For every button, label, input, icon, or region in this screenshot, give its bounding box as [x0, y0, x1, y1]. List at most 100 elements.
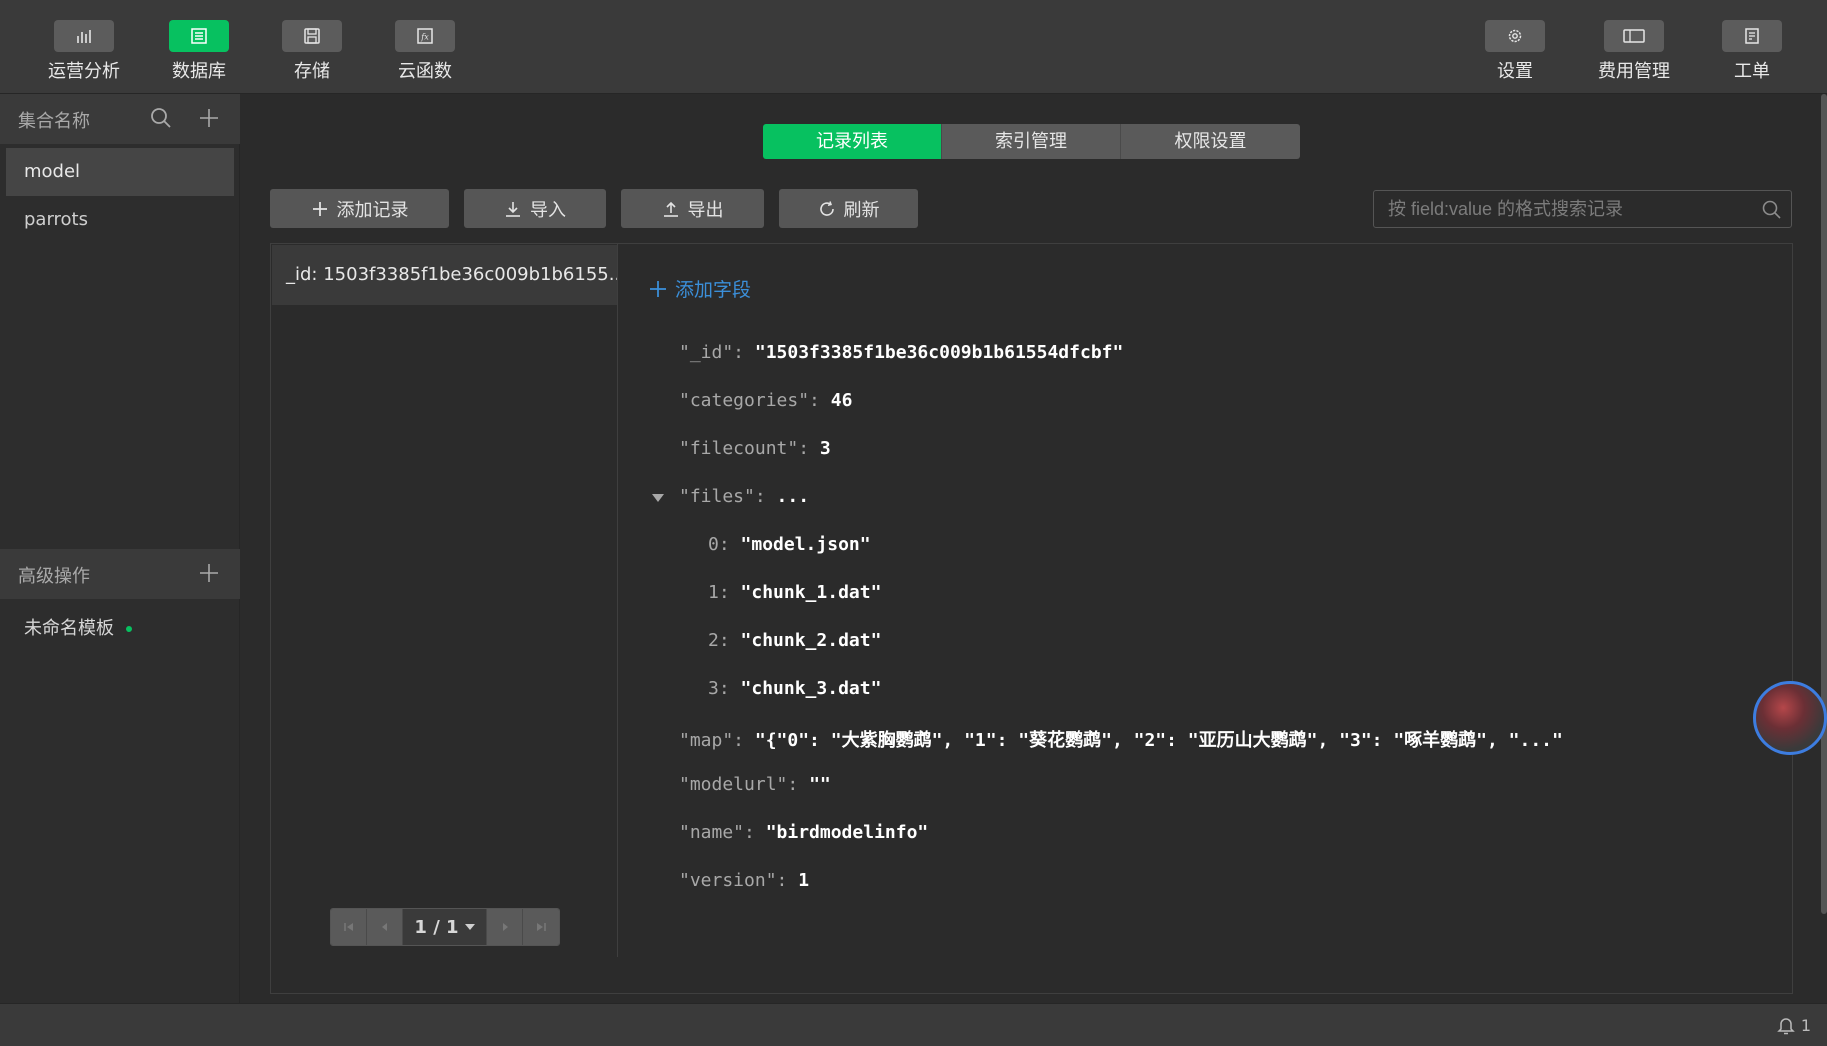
next-page-icon — [502, 923, 508, 931]
status-bar: 1 — [0, 1003, 1827, 1046]
field-value: "{"0": "大紫胸鹦鹉", "1": "葵花鹦鹉", "2": "亚历山大鹦… — [754, 730, 1563, 751]
notifications[interactable]: 1 — [1777, 1015, 1811, 1035]
array-index: 1: — [708, 582, 730, 603]
export-button[interactable]: 导出 — [621, 189, 764, 228]
function-icon: fx — [395, 20, 455, 52]
field-key: "map": — [679, 730, 745, 751]
record-item[interactable]: _id: 1503f3385f1be36c009b1b6155... — [272, 245, 617, 305]
top-toolbar: 运营分析 数据库 存储 fx 云函数 设置 费用管理 工单 — [0, 0, 1827, 94]
collection-item-model[interactable]: model — [6, 148, 234, 196]
template-label: 未命名模板 — [24, 618, 114, 639]
bell-icon — [1777, 1018, 1795, 1035]
field-categories[interactable]: "categories": 46 — [679, 390, 852, 411]
tool-storage-label: 存储 — [294, 61, 330, 82]
search-icon[interactable] — [149, 106, 173, 130]
first-page-icon — [343, 923, 353, 931]
add-template-icon[interactable] — [197, 561, 221, 585]
bar-chart-icon — [54, 20, 114, 52]
add-record-label: 添加记录 — [336, 199, 409, 221]
tool-analytics[interactable]: 运营分析 — [29, 20, 139, 83]
collection-item-parrots[interactable]: parrots — [6, 196, 234, 244]
export-label: 导出 — [687, 199, 724, 221]
sidebar: 集合名称 model parrots 高级操作 未命名模板 — [0, 94, 240, 1003]
tool-cloud-functions-label: 云函数 — [398, 61, 452, 82]
field-key: "categories": — [679, 390, 820, 411]
add-field-label: 添加字段 — [675, 279, 752, 301]
array-item[interactable]: 0: "model.json" — [708, 534, 871, 555]
tool-tickets[interactable]: 工单 — [1697, 20, 1807, 83]
tool-settings[interactable]: 设置 — [1460, 20, 1570, 83]
field-map[interactable]: "map": "{"0": "大紫胸鹦鹉", "1": "葵花鹦鹉", "2":… — [679, 726, 1563, 752]
add-collection-icon[interactable] — [197, 106, 221, 130]
download-icon — [506, 201, 520, 217]
add-record-button[interactable]: 添加记录 — [270, 189, 449, 228]
template-item[interactable]: 未命名模板 — [24, 614, 132, 640]
tab-indexes[interactable]: 索引管理 — [942, 124, 1121, 159]
pagination: 1 / 1 — [330, 908, 560, 946]
tab-permissions[interactable]: 权限设置 — [1121, 124, 1300, 159]
array-item[interactable]: 3: "chunk_3.dat" — [708, 678, 881, 699]
array-value: "model.json" — [740, 534, 871, 555]
array-value: "chunk_2.dat" — [740, 630, 882, 651]
tool-storage[interactable]: 存储 — [257, 20, 367, 83]
add-field-button[interactable]: 添加字段 — [649, 275, 751, 302]
array-value: "chunk_3.dat" — [740, 678, 882, 699]
refresh-icon — [819, 200, 834, 216]
record-search-input[interactable] — [1374, 191, 1744, 227]
collections-title: 集合名称 — [18, 111, 90, 132]
tab-records[interactable]: 记录列表 — [763, 124, 942, 159]
database-icon — [169, 20, 229, 52]
field-modelurl[interactable]: "modelurl": "" — [679, 774, 831, 795]
field-key: "files": — [679, 486, 766, 507]
prev-page-button[interactable] — [367, 909, 403, 945]
record-list: _id: 1503f3385f1be36c009b1b6155... 1 / 1 — [271, 244, 618, 957]
tab-bar: 记录列表 索引管理 权限设置 — [763, 124, 1300, 159]
field-id[interactable]: "_id": "1503f3385f1be36c009b1b61554dfcbf… — [679, 342, 1123, 363]
search-icon[interactable] — [1761, 199, 1783, 225]
last-page-button[interactable] — [523, 909, 559, 945]
advanced-header: 高级操作 — [0, 549, 240, 599]
tool-settings-label: 设置 — [1497, 61, 1533, 82]
array-item[interactable]: 2: "chunk_2.dat" — [708, 630, 881, 651]
refresh-button[interactable]: 刷新 — [779, 189, 918, 228]
plus-icon — [312, 201, 327, 216]
last-page-icon — [537, 923, 546, 931]
tool-billing-label: 费用管理 — [1598, 61, 1670, 82]
array-item[interactable]: 1: "chunk_1.dat" — [708, 582, 881, 603]
array-index: 3: — [708, 678, 730, 699]
collections-header: 集合名称 — [0, 94, 240, 144]
field-value: ... — [776, 486, 810, 507]
tool-database[interactable]: 数据库 — [144, 20, 254, 83]
avatar[interactable] — [1753, 681, 1827, 755]
collapse-toggle-icon[interactable] — [652, 494, 664, 502]
vertical-scrollbar[interactable] — [1821, 94, 1827, 914]
array-value: "chunk_1.dat" — [740, 582, 882, 603]
field-name[interactable]: "name": "birdmodelinfo" — [679, 822, 928, 843]
tool-cloud-functions[interactable]: fx 云函数 — [370, 20, 480, 83]
field-key: "filecount": — [679, 438, 810, 459]
tool-analytics-label: 运营分析 — [48, 61, 120, 82]
field-filecount[interactable]: "filecount": 3 — [679, 438, 831, 459]
refresh-label: 刷新 — [843, 199, 880, 221]
next-page-button[interactable] — [487, 909, 523, 945]
tool-billing[interactable]: 费用管理 — [1579, 20, 1689, 83]
floppy-disk-icon — [282, 20, 342, 52]
array-index: 2: — [708, 630, 730, 651]
svg-text:fx: fx — [420, 33, 429, 42]
page-indicator: 1 / 1 — [414, 916, 459, 938]
field-files[interactable]: "files": ... — [679, 486, 809, 507]
array-index: 0: — [708, 534, 730, 555]
first-page-button[interactable] — [331, 909, 367, 945]
upload-icon — [663, 201, 678, 217]
field-value: 3 — [819, 438, 831, 459]
field-value: "" — [809, 774, 831, 795]
page-select[interactable]: 1 / 1 — [403, 909, 487, 945]
import-button[interactable]: 导入 — [464, 189, 606, 228]
prev-page-icon — [381, 923, 387, 931]
tool-tickets-label: 工单 — [1734, 61, 1770, 82]
field-version[interactable]: "version": 1 — [679, 870, 809, 891]
field-value: 46 — [830, 390, 853, 411]
field-key: "version": — [679, 870, 788, 891]
ticket-icon — [1722, 20, 1782, 52]
field-key: "_id": — [679, 342, 745, 363]
